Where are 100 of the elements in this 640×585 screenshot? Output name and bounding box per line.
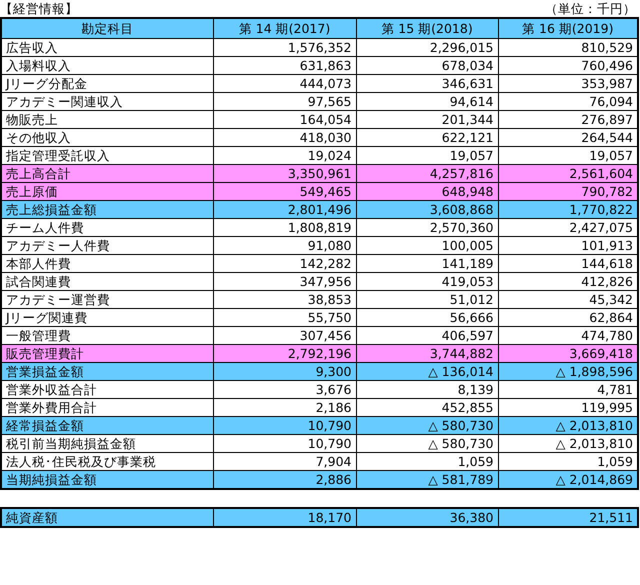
table-cell: 38,853	[213, 290, 356, 308]
table-cell: 2,792,196	[213, 344, 356, 362]
table-cell: アカデミー関連収入	[1, 92, 213, 110]
table-cell: 物販売上	[1, 110, 213, 128]
table-cell: 10,790	[213, 416, 356, 434]
table-cell: 91,080	[213, 236, 356, 254]
table-cell: 経常損益金額	[1, 416, 213, 434]
table-cell: 810,529	[498, 38, 638, 56]
table-cell: 2,561,604	[498, 164, 638, 182]
table-cell: 56,666	[356, 308, 498, 326]
table-cell: 97,565	[213, 92, 356, 110]
table-cell: 36,380	[356, 508, 498, 527]
table-cell: 346,631	[356, 74, 498, 92]
table-cell: 21,511	[498, 508, 638, 527]
table-cell: 純資産額	[1, 508, 213, 527]
table-cell: 418,030	[213, 128, 356, 146]
table-cell: △ 580,730	[356, 434, 498, 452]
table-cell: 412,826	[498, 272, 638, 290]
table-cell: 2,427,075	[498, 218, 638, 236]
table-cell: 1,059	[356, 452, 498, 470]
table-cell: 販売管理費計	[1, 344, 213, 362]
table-cell: 本部人件費	[1, 254, 213, 272]
table-cell: 678,034	[356, 56, 498, 74]
table-cell: 3,676	[213, 380, 356, 398]
column-header: 第 15 期(2018)	[356, 18, 498, 38]
table-cell: 474,780	[498, 326, 638, 344]
table-cell: 法人税･住民税及び事業税	[1, 452, 213, 470]
table-cell: 営業損益金額	[1, 362, 213, 380]
table-cell: 264,544	[498, 128, 638, 146]
table-cell: 売上総損益金額	[1, 200, 213, 218]
table-cell: 101,913	[498, 236, 638, 254]
table-cell: 760,496	[498, 56, 638, 74]
table-cell: 142,282	[213, 254, 356, 272]
table-cell: 201,344	[356, 110, 498, 128]
table-cell: 一般管理費	[1, 326, 213, 344]
table-cell: 76,094	[498, 92, 638, 110]
table-cell: 119,995	[498, 398, 638, 416]
column-header: 第 16 期(2019)	[498, 18, 638, 38]
table-cell: 2,886	[213, 470, 356, 489]
table-cell: 税引前当期純損益金額	[1, 434, 213, 452]
table-cell: Jリーグ関連費	[1, 308, 213, 326]
table-cell: 3,350,961	[213, 164, 356, 182]
table-cell: 452,855	[356, 398, 498, 416]
table-cell: 45,342	[498, 290, 638, 308]
table-cell: 8,139	[356, 380, 498, 398]
table-cell: △ 581,789	[356, 470, 498, 489]
table-cell: 631,863	[213, 56, 356, 74]
table-cell: 164,054	[213, 110, 356, 128]
unit-label: （単位：千円）	[545, 0, 636, 17]
table-cell: 19,057	[356, 146, 498, 164]
table-cell: 9,300	[213, 362, 356, 380]
table-cell: 307,456	[213, 326, 356, 344]
table-cell: 1,059	[498, 452, 638, 470]
table-cell: △ 136,014	[356, 362, 498, 380]
table-cell: 353,987	[498, 74, 638, 92]
table-cell: 444,073	[213, 74, 356, 92]
table-cell: 売上高合計	[1, 164, 213, 182]
table-cell: △ 2,014,869	[498, 470, 638, 489]
table-cell: 1,808,819	[213, 218, 356, 236]
table-cell: 100,005	[356, 236, 498, 254]
table-cell: 7,904	[213, 452, 356, 470]
table-cell: 62,864	[498, 308, 638, 326]
table-cell: 549,465	[213, 182, 356, 200]
table-cell: 試合関連費	[1, 272, 213, 290]
table-cell: △ 2,013,810	[498, 434, 638, 452]
column-header: 第 14 期(2017)	[213, 18, 356, 38]
table-cell: チーム人件費	[1, 218, 213, 236]
table-cell: 2,186	[213, 398, 356, 416]
table-cell: 19,057	[498, 146, 638, 164]
table-cell: △ 2,013,810	[498, 416, 638, 434]
table-cell: 2,801,496	[213, 200, 356, 218]
table-cell: 1,576,352	[213, 38, 356, 56]
table-cell: 648,948	[356, 182, 498, 200]
table-cell: 売上原価	[1, 182, 213, 200]
table-cell: 4,781	[498, 380, 638, 398]
table-cell: 2,570,360	[356, 218, 498, 236]
table-cell: アカデミー運営費	[1, 290, 213, 308]
table-title: 【経営情報】	[0, 0, 78, 17]
table-cell: 3,669,418	[498, 344, 638, 362]
table-cell: 347,956	[213, 272, 356, 290]
table-cell: 144,618	[498, 254, 638, 272]
table-cell: 3,744,882	[356, 344, 498, 362]
table-cell: 51,012	[356, 290, 498, 308]
table-cell: 3,608,868	[356, 200, 498, 218]
table-cell: 営業外収益合計	[1, 380, 213, 398]
table-cell: △ 580,730	[356, 416, 498, 434]
table-cell: 276,897	[498, 110, 638, 128]
table-cell: 当期純損益金額	[1, 470, 213, 489]
table-cell: △ 1,898,596	[498, 362, 638, 380]
table-cell: 406,597	[356, 326, 498, 344]
table-cell: 1,770,822	[498, 200, 638, 218]
table-cell: 指定管理受託収入	[1, 146, 213, 164]
table-cell: 18,170	[213, 508, 356, 527]
table-cell: 419,053	[356, 272, 498, 290]
table-cell: 55,750	[213, 308, 356, 326]
table-cell: 141,189	[356, 254, 498, 272]
table-cell: 19,024	[213, 146, 356, 164]
table-cell: その他収入	[1, 128, 213, 146]
table-cell: 広告収入	[1, 38, 213, 56]
table-cell: 790,782	[498, 182, 638, 200]
